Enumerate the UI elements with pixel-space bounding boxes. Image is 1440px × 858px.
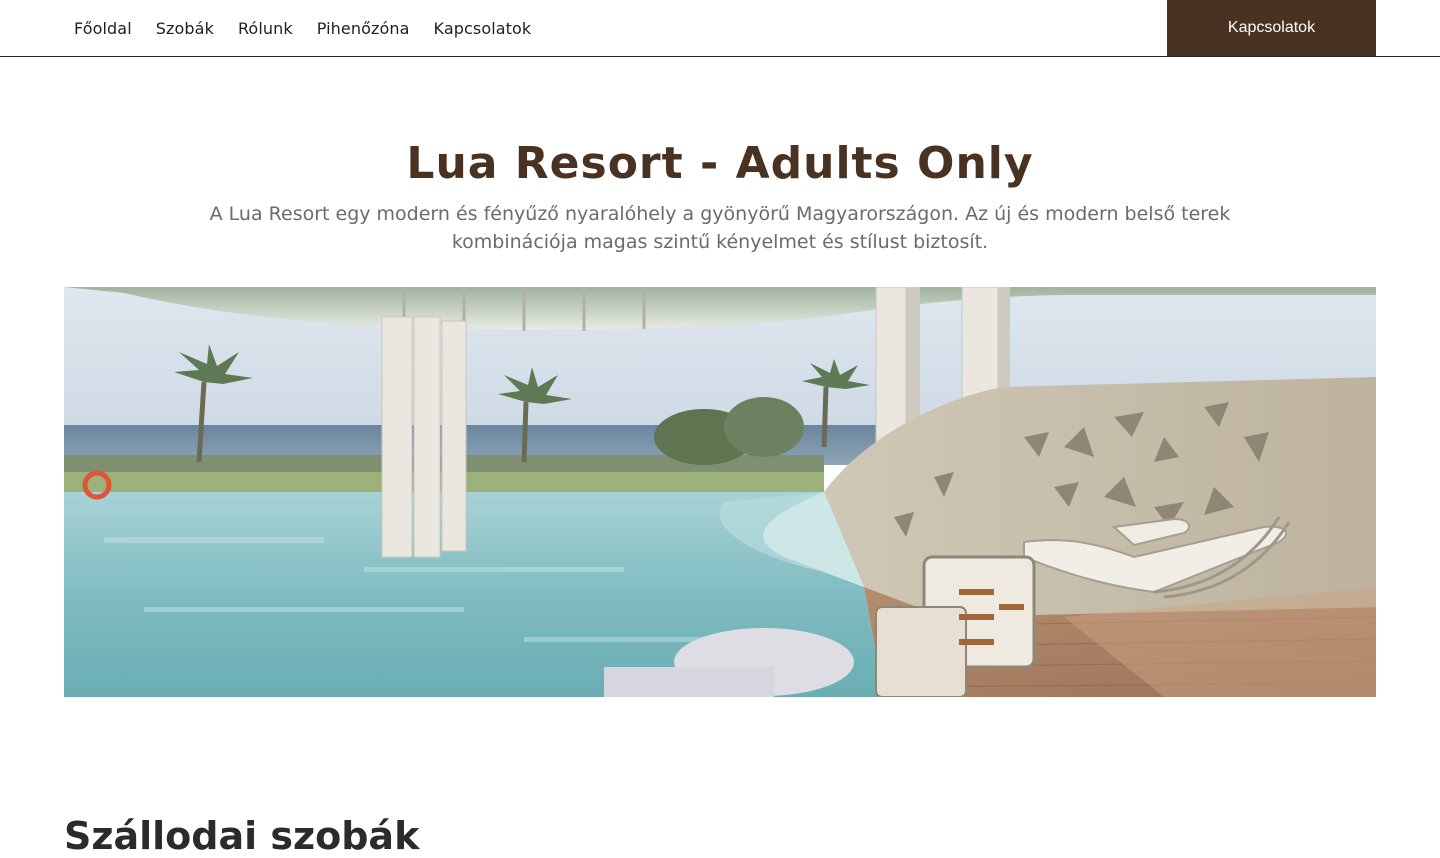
contact-cta-button[interactable]: Kapcsolatok <box>1167 0 1376 56</box>
main-nav: Főoldal Szobák Rólunk Pihenőzóna Kapcsol… <box>74 0 531 56</box>
hero-pool-image <box>64 287 1376 697</box>
rooms-section-title: Szállodai szobák <box>64 814 420 858</box>
hero-title: Lua Resort - Adults Only <box>406 138 1034 189</box>
nav-link-home[interactable]: Főoldal <box>74 19 132 38</box>
hero-subtitle: A Lua Resort egy modern és fényűző nyara… <box>209 203 1231 253</box>
nav-link-contacts[interactable]: Kapcsolatok <box>434 19 532 38</box>
top-navbar: Főoldal Szobák Rólunk Pihenőzóna Kapcsol… <box>0 0 1440 57</box>
nav-link-relax-zone[interactable]: Pihenőzóna <box>317 19 410 38</box>
nav-link-about[interactable]: Rólunk <box>238 19 293 38</box>
nav-link-rooms[interactable]: Szobák <box>156 19 214 38</box>
